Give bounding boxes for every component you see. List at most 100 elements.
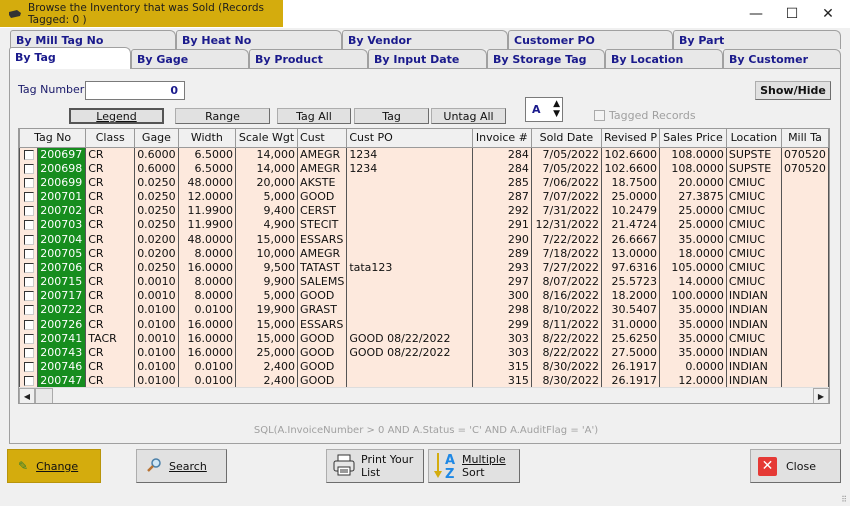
column-header-mill-ta[interactable]: Mill Ta (780, 129, 829, 148)
row-tag-checkbox[interactable] (24, 234, 34, 245)
cell-mill-ta (780, 246, 829, 261)
table-row[interactable]: 200703 CR 0.0250 11.9900 4,900 STECIT 291 12/31… (19, 218, 829, 233)
inventory-grid[interactable]: Tag No Class Gage Width Scale Wgt Cust Cust PO… (18, 128, 830, 404)
tab-by-tag[interactable]: By Tag (9, 47, 131, 69)
tab-by-customer[interactable]: By Customer (723, 49, 841, 68)
column-header-sales-price[interactable]: Sales Price (659, 129, 727, 148)
cell-class: CR (85, 204, 136, 219)
table-row[interactable]: 200702 CR 0.0250 11.9900 9,400 CERST 292 7/31/2… (19, 204, 829, 219)
table-row[interactable]: 200741 TACR 0.0010 16.0000 15,000 GOOD GOOD 08… (19, 331, 829, 346)
scroll-left-icon[interactable]: ◀ (19, 388, 35, 403)
print-list-button[interactable]: Print Your List (326, 449, 424, 483)
table-row[interactable]: 200717 CR 0.0010 8.0000 5,000 GOOD 300 8/16/202… (19, 289, 829, 304)
window-close-button[interactable]: ✕ (810, 0, 846, 27)
table-row[interactable]: 200706 CR 0.0250 16.0000 9,500 TATAST tata123 2… (19, 260, 829, 275)
cell-location: CMIUC (725, 204, 782, 219)
column-header-cust[interactable]: Cust (297, 129, 348, 148)
column-header-gage[interactable]: Gage (134, 129, 179, 148)
row-tag-checkbox[interactable] (24, 291, 34, 302)
cell-mill-ta: 070520 (780, 161, 829, 176)
tab-by-input-date[interactable]: By Input Date (368, 49, 487, 68)
cell-invoice: 303 (471, 331, 532, 346)
table-row[interactable]: 200705 CR 0.0200 8.0000 10,000 AMEGR 289 7/18/2… (19, 246, 829, 261)
row-tag-checkbox[interactable] (24, 248, 34, 259)
cell-gage: 0.6000 (134, 147, 179, 162)
cell-sold-date: 7/18/2022 (530, 246, 602, 261)
tab-customer-po[interactable]: Customer PO (508, 30, 673, 49)
column-header-width[interactable]: Width (177, 129, 237, 148)
cell-tag-no: 200704 (37, 232, 87, 247)
scroll-right-icon[interactable]: ▶ (813, 388, 829, 403)
table-row[interactable]: 200704 CR 0.0200 48.0000 15,000 ESSARS 290 7/22… (19, 232, 829, 247)
untag-all-button[interactable]: Untag All (431, 108, 506, 124)
maximize-button[interactable]: ☐ (774, 0, 810, 27)
column-header-sold-date[interactable]: Sold Date (530, 129, 602, 148)
row-tag-checkbox[interactable] (24, 376, 34, 387)
column-header-location[interactable]: Location (725, 129, 782, 148)
range-button[interactable]: Range (175, 108, 270, 124)
letter-spinner[interactable]: A ▲ ▼ (525, 97, 563, 122)
cell-class: CR (85, 260, 136, 275)
row-tag-checkbox[interactable] (24, 163, 34, 174)
tag-all-button[interactable]: Tag All (277, 108, 351, 124)
tab-by-part[interactable]: By Part (673, 30, 841, 49)
column-header-cust-po[interactable]: Cust PO (346, 129, 473, 148)
minimize-button[interactable]: — (738, 0, 774, 27)
show-hide-button[interactable]: Show/Hide (755, 81, 831, 100)
table-row[interactable]: 200698 CR 0.6000 6.5000 14,000 AMEGR 1234 284 7/… (19, 161, 829, 176)
horizontal-scrollbar[interactable]: ◀ ▶ (19, 387, 829, 403)
table-row[interactable]: 200743 CR 0.0100 16.0000 25,000 GOOD GOOD 08/2… (19, 345, 829, 361)
column-header-revised-p[interactable]: Revised P (600, 129, 661, 148)
table-row[interactable]: 200715 CR 0.0010 8.0000 9,900 SALEMS 297 8/07/2… (19, 275, 829, 290)
change-button[interactable]: ✎ Change (7, 449, 101, 483)
close-button[interactable]: ✕ Close (750, 449, 841, 483)
tab-by-heat-no[interactable]: By Heat No (176, 30, 342, 49)
table-row[interactable]: 200701 CR 0.0250 12.0000 5,000 GOOD 287 7/07/20… (19, 189, 829, 205)
row-tag-checkbox[interactable] (24, 333, 34, 344)
row-tag-checkbox[interactable] (24, 220, 34, 231)
resize-grip-icon[interactable]: ⠿ (841, 495, 847, 504)
tab-by-location[interactable]: By Location (605, 49, 723, 68)
column-header-invoice[interactable]: Invoice # (471, 129, 532, 148)
tab-by-vendor[interactable]: By Vendor (342, 30, 508, 49)
cell-revised-p: 25.0000 (600, 189, 661, 205)
row-tag-checkbox[interactable] (24, 362, 34, 373)
row-tag-checkbox[interactable] (24, 305, 34, 316)
legend-button[interactable]: Legend (69, 108, 164, 124)
column-header-tag-no[interactable]: Tag No (19, 129, 87, 148)
spinner-arrows-icon[interactable]: ▲ ▼ (553, 99, 560, 119)
cell-gage: 0.0100 (134, 303, 179, 318)
tag-button[interactable]: Tag (354, 108, 429, 124)
table-row[interactable]: 200726 CR 0.0100 16.0000 15,000 ESSARS 299 8/11… (19, 317, 829, 332)
cell-sold-date: 8/16/2022 (530, 289, 602, 304)
row-checkbox-cell (19, 161, 38, 176)
cell-class: CR (85, 147, 136, 162)
cell-invoice: 285 (471, 175, 532, 190)
tab-by-product[interactable]: By Product (249, 49, 368, 68)
row-tag-checkbox[interactable] (24, 177, 34, 188)
row-tag-checkbox[interactable] (24, 277, 34, 288)
sort-az-icon: AZ (433, 451, 457, 482)
column-header-scale-wgt[interactable]: Scale Wgt (235, 129, 299, 148)
table-row[interactable]: 200722 CR 0.0100 0.0100 19,900 GRAST 298 8/10/2… (19, 303, 829, 318)
row-tag-checkbox[interactable] (24, 191, 34, 202)
cell-location: SUPSTE (725, 147, 782, 162)
row-tag-checkbox[interactable] (24, 262, 34, 273)
tab-by-gage[interactable]: By Gage (131, 49, 249, 68)
tag-number-input[interactable]: 0 (85, 81, 185, 100)
multiple-sort-button[interactable]: AZ Multiple Sort (428, 449, 520, 483)
cell-class: CR (85, 289, 136, 304)
row-tag-checkbox[interactable] (24, 149, 34, 160)
scroll-thumb[interactable] (35, 388, 53, 403)
tab-by-storage-tag[interactable]: By Storage Tag (487, 49, 605, 68)
row-tag-checkbox[interactable] (24, 206, 34, 217)
table-row[interactable]: 200746 CR 0.0100 0.0100 2,400 GOOD 315 8/30/202… (19, 360, 829, 375)
column-header-class[interactable]: Class (85, 129, 136, 148)
search-button[interactable]: Search (136, 449, 227, 483)
table-row[interactable]: 200697 CR 0.6000 6.5000 14,000 AMEGR 1234 284 7/… (19, 147, 829, 162)
row-tag-checkbox[interactable] (24, 319, 34, 330)
row-tag-checkbox[interactable] (24, 348, 34, 359)
cell-mill-ta (780, 232, 829, 247)
table-row[interactable]: 200699 CR 0.0250 48.0000 20,000 AKSTE 285 7/06/… (19, 175, 829, 190)
tagged-records-checkbox[interactable] (594, 110, 605, 121)
